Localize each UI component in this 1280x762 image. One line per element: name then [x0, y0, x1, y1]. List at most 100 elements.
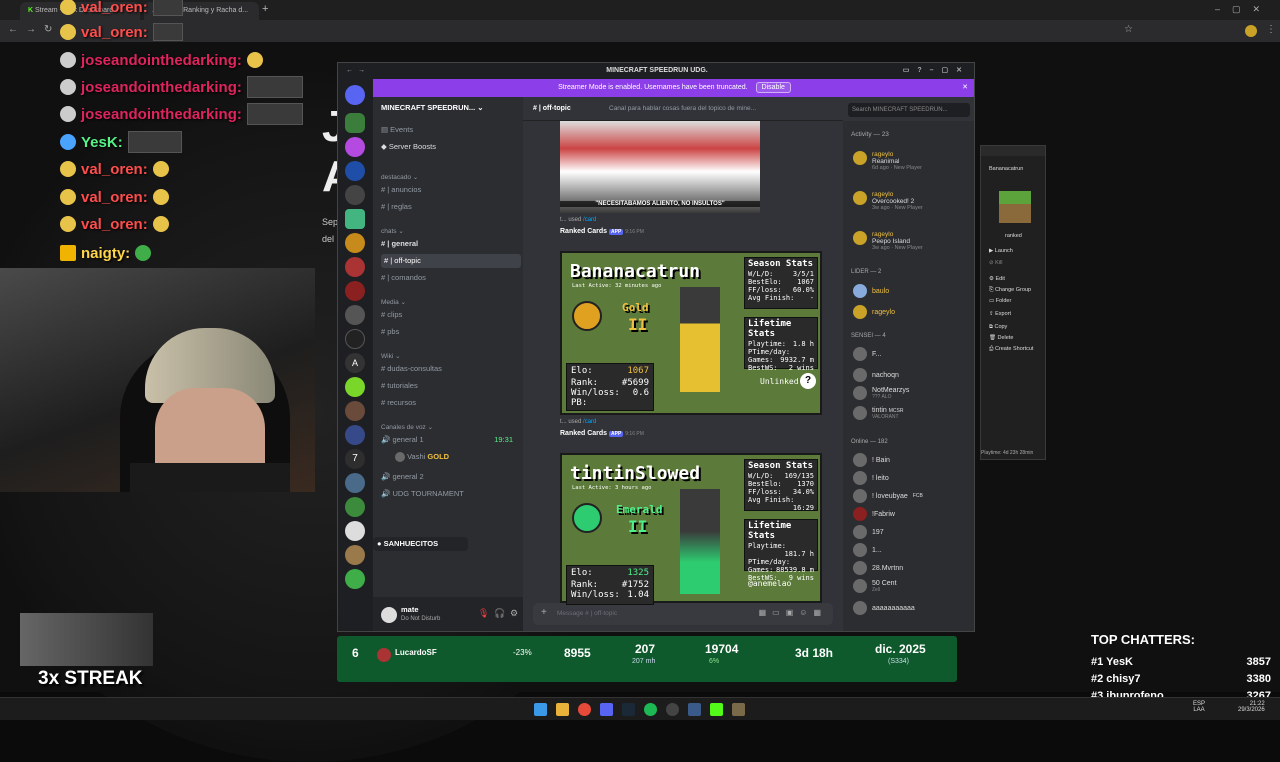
leaderboard-row[interactable]: 6 LucardoSF -23% 8955 207 207 mh 19704 6…: [337, 636, 957, 682]
channel-anuncios[interactable]: # | anuncios: [381, 183, 521, 197]
menu-kill[interactable]: ⊘ Kill: [989, 260, 1002, 266]
menu-folder[interactable]: ▭ Folder: [989, 298, 1011, 304]
activity-item[interactable]: rageylo Peepo Island 3w ago · New Player: [853, 231, 923, 251]
mute-icon[interactable]: 🎙: [478, 608, 489, 619]
reply-command[interactable]: /card: [583, 217, 596, 223]
member-item[interactable]: tintin MCSR VALORANT: [853, 406, 903, 420]
member-item[interactable]: NotMearzys??? ALO: [853, 386, 909, 400]
news-image[interactable]: "NECESITABAMOS ALIENTO, NO INSULTOS": [560, 121, 760, 213]
member-item[interactable]: F...: [853, 347, 881, 361]
server-icon[interactable]: [345, 425, 365, 445]
close-icon[interactable]: ✕: [962, 79, 968, 97]
server-icon[interactable]: [345, 401, 365, 421]
menu-launch[interactable]: ▶ Launch: [989, 248, 1013, 254]
disable-button[interactable]: Disable: [755, 82, 791, 93]
member-item[interactable]: 1...: [853, 543, 882, 557]
menu-create-shortcut[interactable]: ⎙ Create Shortcut: [989, 346, 1033, 353]
server-icon[interactable]: [345, 497, 365, 517]
avatar[interactable]: [381, 607, 397, 623]
menu-copy[interactable]: ⧉ Copy: [989, 324, 1007, 331]
server-icon[interactable]: [345, 137, 365, 157]
server-icon[interactable]: [345, 377, 365, 397]
back-icon[interactable]: ←: [8, 24, 18, 35]
explorer-icon[interactable]: [556, 703, 569, 716]
new-tab-button[interactable]: +: [262, 3, 268, 15]
chrome-icon[interactable]: [578, 703, 591, 716]
language-indicator[interactable]: ESP LAA: [1193, 701, 1205, 713]
channel-recursos[interactable]: # recursos: [381, 396, 521, 410]
sanhuecitos-pill[interactable]: ● SANHUECITOS: [373, 537, 468, 551]
server-icon[interactable]: [345, 329, 365, 349]
server-icon[interactable]: [345, 209, 365, 229]
member-item[interactable]: 50 Cent Zell: [853, 579, 897, 593]
category-media[interactable]: Media ⌄: [381, 298, 406, 306]
category-chats[interactable]: chats ⌄: [381, 227, 404, 235]
server-icon[interactable]: [345, 569, 365, 589]
window-controls[interactable]: ▭?–▢✕: [903, 63, 970, 79]
channel-clips[interactable]: # clips: [381, 308, 521, 322]
server-icon[interactable]: [345, 113, 365, 133]
channel-dudas[interactable]: # dudas-consultas: [381, 362, 521, 376]
ranked-card[interactable]: tintinSlowed Last Active: 3 hours ago Em…: [560, 453, 822, 605]
member-item[interactable]: ! leito: [853, 471, 889, 485]
menu-export[interactable]: ⇪ Export: [989, 311, 1011, 317]
server-icon[interactable]: [345, 545, 365, 565]
voice-user[interactable]: Vashi GOLD: [395, 450, 515, 464]
member-item[interactable]: nachoqn: [853, 368, 899, 382]
menu-edit[interactable]: ⚙ Edit: [989, 276, 1005, 282]
server-icon[interactable]: [345, 185, 365, 205]
category-wiki[interactable]: Wiki ⌄: [381, 352, 401, 360]
menu-icon[interactable]: ⋮: [1266, 24, 1276, 35]
menu-delete[interactable]: 🗑 Delete: [989, 335, 1013, 341]
avatar[interactable]: [1245, 25, 1257, 37]
server-icon[interactable]: A: [345, 353, 365, 373]
search-input[interactable]: Search MINECRAFT SPEEDRUN...: [848, 103, 970, 117]
message-author[interactable]: Ranked Cards APP 9:16 PM: [560, 228, 644, 235]
start-icon[interactable]: [534, 703, 547, 716]
spotify-icon[interactable]: [644, 703, 657, 716]
category-destacado[interactable]: destacado ⌄: [381, 173, 418, 181]
voice-udg[interactable]: 🔊 UDG TOURNAMENT: [381, 487, 521, 501]
channel-tutoriales[interactable]: # tutoriales: [381, 379, 521, 393]
events-item[interactable]: ▤ Events: [381, 123, 521, 137]
voice-general-1[interactable]: 🔊 general 1 19:31: [381, 433, 521, 447]
server-name[interactable]: MINECRAFT SPEEDRUN... ⌄: [381, 103, 484, 112]
channel-comandos[interactable]: # | comandos: [381, 271, 521, 285]
add-icon[interactable]: +: [541, 607, 547, 618]
grass-block-icon[interactable]: [999, 191, 1031, 223]
discord-home-icon[interactable]: [345, 85, 365, 105]
category-voz[interactable]: Canales de voz ⌄: [381, 423, 433, 431]
input-toolbar-icons[interactable]: ▦▭▣☺▦: [759, 608, 827, 617]
member-item[interactable]: rageylo: [853, 305, 895, 319]
minecraft-icon[interactable]: [732, 703, 745, 716]
settings-icon[interactable]: ⚙: [510, 608, 518, 619]
deafen-icon[interactable]: 🎧: [494, 608, 505, 619]
forward-icon[interactable]: →: [26, 24, 36, 35]
server-boosts-item[interactable]: ◆ Server Boosts: [381, 140, 521, 154]
server-icon[interactable]: [345, 521, 365, 541]
member-item[interactable]: baulo: [853, 284, 889, 298]
discord-icon[interactable]: [600, 703, 613, 716]
server-icon[interactable]: 7: [345, 449, 365, 469]
member-item[interactable]: 28.Mvrtnn: [853, 561, 903, 575]
server-icon[interactable]: [345, 161, 365, 181]
member-item[interactable]: ! loveubyae FCB: [853, 489, 923, 503]
server-icon[interactable]: [345, 305, 365, 325]
server-icon[interactable]: [345, 281, 365, 301]
menu-change-group[interactable]: ⎘ Change Group: [989, 287, 1031, 294]
member-item[interactable]: !Fabriw: [853, 507, 895, 521]
server-icon[interactable]: [345, 257, 365, 277]
reply-command[interactable]: /card: [583, 419, 596, 425]
server-icon[interactable]: [345, 473, 365, 493]
channel-off-topic[interactable]: # | off-topic: [381, 254, 521, 268]
window-controls[interactable]: –▢✕: [1215, 4, 1272, 15]
voice-general-2[interactable]: 🔊 general 2: [381, 470, 521, 484]
channel-pbs[interactable]: # pbs: [381, 325, 521, 339]
ranked-card[interactable]: Bananacatrun Last Active: 32 minutes ago…: [560, 251, 822, 415]
reload-icon[interactable]: ↻: [44, 24, 52, 35]
member-item[interactable]: ! Bain: [853, 453, 890, 467]
steam-icon[interactable]: [622, 703, 635, 716]
channel-general[interactable]: # | general: [381, 237, 521, 251]
activity-item[interactable]: rageylo Reanimal 6d ago · New Player: [853, 151, 922, 171]
message-author[interactable]: Ranked Cards APP 9:16 PM: [560, 430, 644, 437]
